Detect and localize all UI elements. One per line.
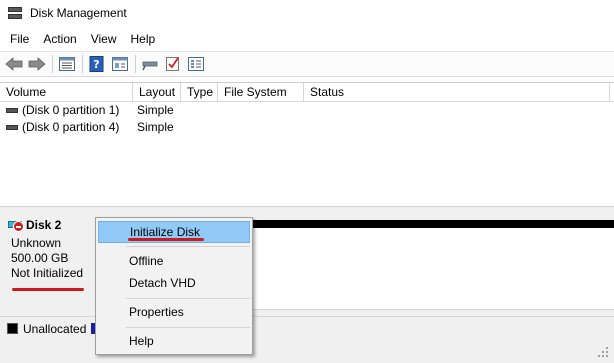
unallocated-partition[interactable] <box>253 228 614 310</box>
table-row[interactable]: (Disk 0 partition 4) Simple <box>0 119 614 136</box>
legend-unallocated-label: Unallocated <box>23 321 87 336</box>
disk-name: Disk 2 <box>26 218 62 232</box>
help-icon[interactable]: ? <box>87 54 107 74</box>
checklist-icon[interactable] <box>163 54 183 74</box>
legend: Unallocated <box>0 316 614 340</box>
volume-disk-icon <box>6 125 18 131</box>
forward-arrow-icon[interactable] <box>27 54 47 74</box>
disk-error-icon <box>8 219 24 232</box>
disk-type: Unknown <box>11 236 62 250</box>
menu-bar: File Action View Help <box>0 28 614 50</box>
window-title: Disk Management <box>30 6 127 20</box>
column-header-status[interactable]: Status <box>304 83 610 102</box>
menu-item-help[interactable]: Help <box>98 330 250 352</box>
disk-status: Not Initialized <box>11 266 84 280</box>
settings-list-icon[interactable] <box>186 54 206 74</box>
disk-context-menu: Initialize Disk Offline Detach VHD Prope… <box>95 217 253 355</box>
volume-layout: Simple <box>137 103 174 117</box>
column-header-file-system[interactable]: File System <box>218 83 304 102</box>
menu-file[interactable]: File <box>3 32 36 46</box>
menu-separator <box>126 327 250 328</box>
unallocated-partition-bar <box>253 220 614 228</box>
svg-text:?: ? <box>93 58 99 71</box>
resize-grip-icon[interactable] <box>598 347 608 357</box>
toolbar: ? <box>0 51 614 77</box>
menu-separator <box>126 298 250 299</box>
column-header-type[interactable]: Type <box>181 83 218 102</box>
title-bar: Disk Management <box>0 0 614 26</box>
column-header-layout[interactable]: Layout <box>133 83 181 102</box>
disk-management-icon <box>8 7 22 19</box>
volume-disk-icon <box>6 108 18 114</box>
annotation-underline <box>12 288 84 291</box>
table-row[interactable]: (Disk 0 partition 1) Simple <box>0 102 614 119</box>
legend-unallocated-swatch <box>7 323 18 334</box>
volume-name: (Disk 0 partition 4) <box>22 120 120 134</box>
status-bar <box>0 340 614 363</box>
list-view-icon[interactable] <box>57 54 77 74</box>
toolbar-separator <box>135 55 136 73</box>
toolbar-separator <box>52 55 53 73</box>
disk-size: 500.00 GB <box>11 251 69 265</box>
menu-item-detach-vhd[interactable]: Detach VHD <box>98 272 250 294</box>
properties-view-icon[interactable] <box>110 54 130 74</box>
volume-list-header: Volume Layout Type File System Status <box>0 83 614 102</box>
menu-separator <box>126 246 250 247</box>
menu-action[interactable]: Action <box>36 32 83 46</box>
menu-item-properties[interactable]: Properties <box>98 301 250 323</box>
disk-name-row: Disk 2 <box>8 218 61 232</box>
column-header-volume[interactable]: Volume <box>0 83 133 102</box>
annotation-underline <box>128 238 204 241</box>
back-arrow-icon[interactable] <box>4 54 24 74</box>
menu-help[interactable]: Help <box>124 32 163 46</box>
key-icon[interactable] <box>140 54 160 74</box>
toolbar-separator <box>82 55 83 73</box>
volume-list: Volume Layout Type File System Status (D… <box>0 82 614 206</box>
volume-name: (Disk 0 partition 1) <box>22 103 120 117</box>
volume-layout: Simple <box>137 120 174 134</box>
disk-graphical-view: Disk 2 Unknown 500.00 GB Not Initialized… <box>0 210 614 363</box>
menu-item-offline[interactable]: Offline <box>98 250 250 272</box>
menu-view[interactable]: View <box>84 32 124 46</box>
